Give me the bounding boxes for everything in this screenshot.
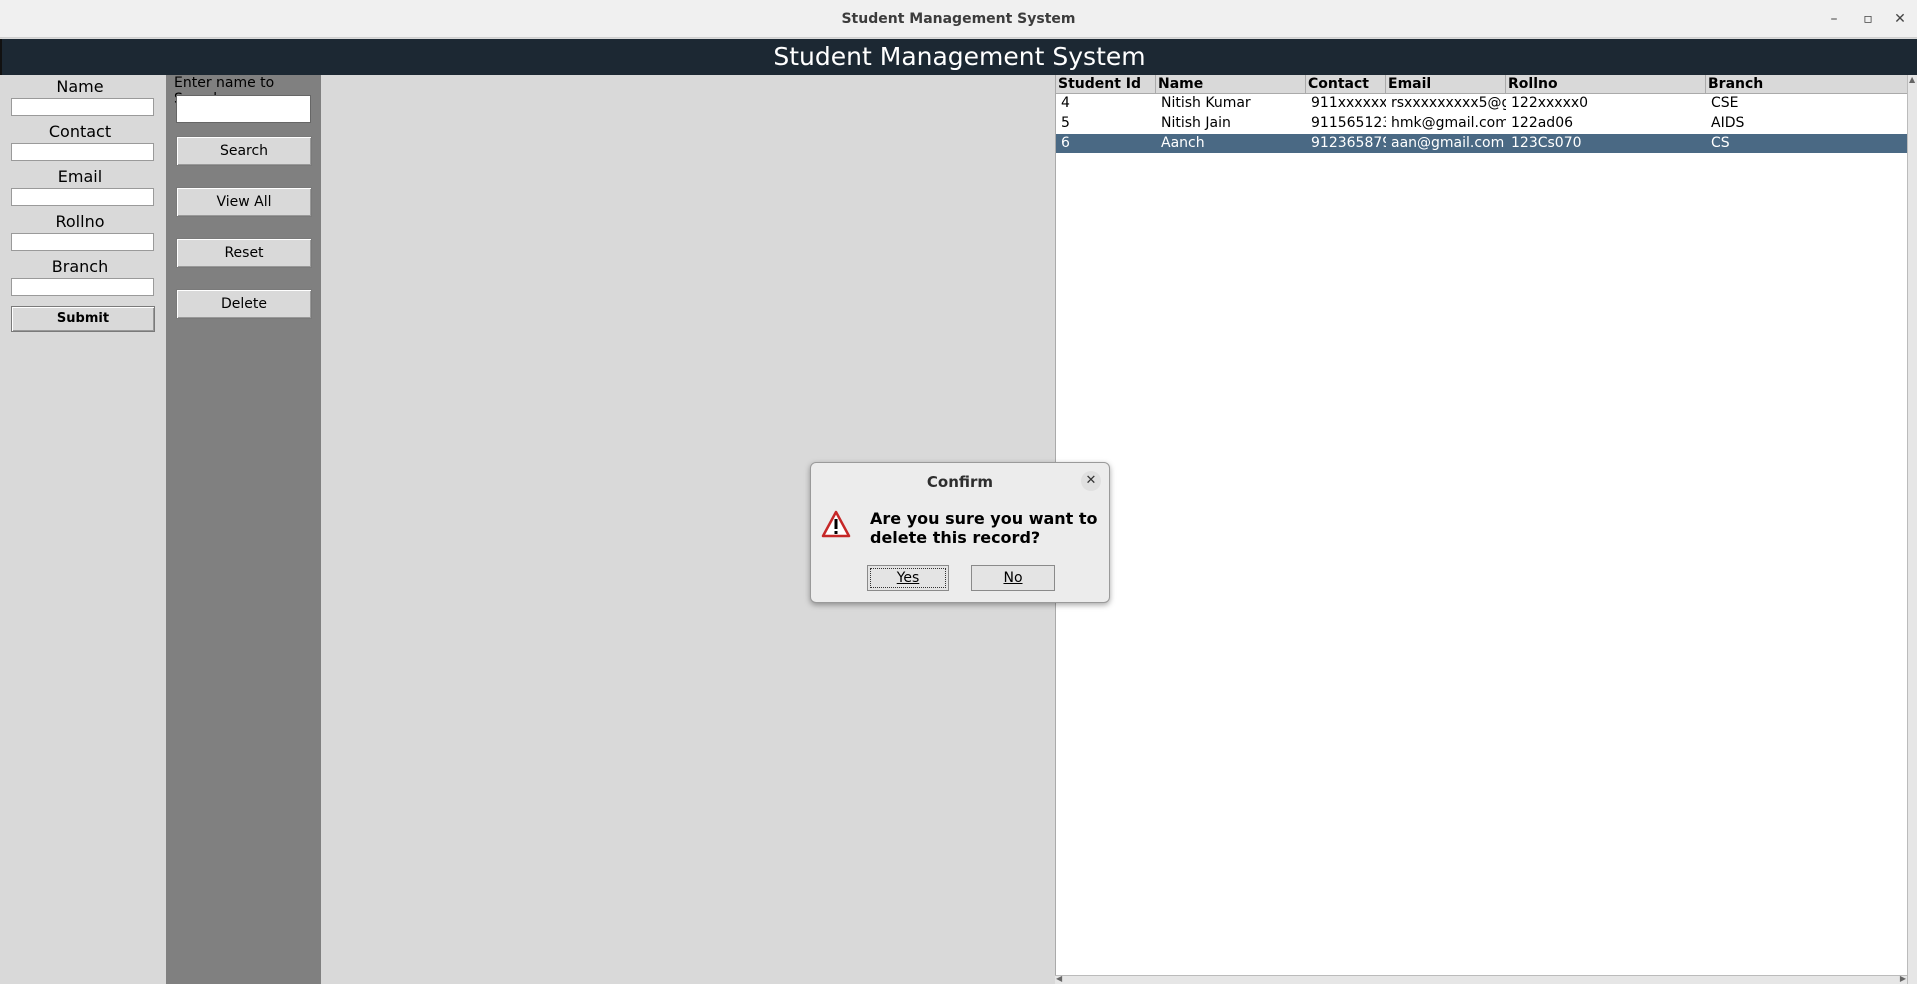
column-header-student-id[interactable]: Student Id bbox=[1056, 75, 1156, 93]
cell-name: Nitish Jain bbox=[1161, 115, 1231, 131]
search-button[interactable]: Search bbox=[176, 136, 312, 166]
email-label: Email bbox=[57, 167, 103, 186]
column-header-branch[interactable]: Branch bbox=[1706, 75, 1908, 93]
close-icon[interactable]: ✕ bbox=[1081, 471, 1101, 491]
cell-email: hmk@gmail.com bbox=[1391, 115, 1506, 131]
search-panel: Enter name to Search Search View All Res… bbox=[166, 75, 321, 984]
cell-contact: 912365879 bbox=[1311, 135, 1386, 151]
table-row[interactable]: 4 Nitish Kumar 911xxxxxx rsxxxxxxxxx5@g … bbox=[1056, 94, 1908, 113]
dialog-title: Confirm bbox=[926, 473, 994, 491]
search-input[interactable] bbox=[176, 95, 311, 123]
dialog-message-line2: delete this record? bbox=[870, 528, 1041, 547]
horizontal-scrollbar[interactable]: ◀ ▶ bbox=[1055, 974, 1907, 984]
close-button[interactable]: ✕ bbox=[1889, 9, 1911, 29]
cell-rollno: 122xxxxx0 bbox=[1511, 95, 1589, 111]
scroll-left-icon[interactable]: ◀ bbox=[1056, 974, 1062, 983]
column-header-email[interactable]: Email bbox=[1386, 75, 1506, 93]
table-header: Student Id Name Contact Email Rollno Bra… bbox=[1056, 75, 1908, 94]
cell-branch: AIDS bbox=[1711, 115, 1745, 131]
dialog-message-line1: Are you sure you want to bbox=[870, 509, 1098, 528]
window-title: Student Management System bbox=[841, 11, 1076, 27]
app-header: Student Management System bbox=[0, 39, 1917, 75]
name-field[interactable] bbox=[11, 98, 154, 116]
contact-label: Contact bbox=[48, 122, 112, 141]
scroll-up-icon[interactable]: ▲ bbox=[1909, 75, 1915, 84]
yes-button[interactable]: Yes bbox=[867, 565, 949, 591]
no-button[interactable]: No bbox=[971, 565, 1055, 591]
cell-name: Aanch bbox=[1161, 135, 1205, 151]
cell-branch: CSE bbox=[1711, 95, 1739, 111]
scroll-right-icon[interactable]: ▶ bbox=[1900, 974, 1906, 983]
reset-button[interactable]: Reset bbox=[176, 238, 312, 268]
window-titlebar: Student Management System – ▫ ✕ bbox=[0, 0, 1917, 38]
dialog-message: Are you sure you want to delete this rec… bbox=[870, 509, 1105, 547]
cell-email: rsxxxxxxxxx5@g bbox=[1391, 95, 1506, 111]
table-row-selected[interactable]: 6 Aanch 912365879 aan@gmail.com 123Cs070… bbox=[1056, 134, 1908, 153]
branch-label: Branch bbox=[51, 257, 109, 276]
cell-contact: 911xxxxxx bbox=[1311, 95, 1386, 111]
table-row[interactable]: 5 Nitish Jain 911565123 hmk@gmail.com 12… bbox=[1056, 114, 1908, 133]
view-all-button[interactable]: View All bbox=[176, 187, 312, 217]
delete-button[interactable]: Delete bbox=[176, 289, 312, 319]
minimize-button[interactable]: – bbox=[1823, 9, 1845, 29]
cell-student-id: 5 bbox=[1061, 115, 1070, 131]
column-header-rollno[interactable]: Rollno bbox=[1506, 75, 1706, 93]
cell-branch: CS bbox=[1711, 135, 1730, 151]
rollno-label: Rollno bbox=[55, 212, 105, 231]
student-table[interactable]: Student Id Name Contact Email Rollno Bra… bbox=[1055, 75, 1908, 975]
warning-icon bbox=[821, 510, 851, 538]
column-header-name[interactable]: Name bbox=[1156, 75, 1306, 93]
cell-rollno: 122ad06 bbox=[1511, 115, 1574, 131]
branch-field[interactable] bbox=[11, 278, 154, 296]
cell-name: Nitish Kumar bbox=[1161, 95, 1251, 111]
confirm-dialog: Confirm ✕ Are you sure you want to delet… bbox=[810, 462, 1110, 603]
vertical-scrollbar[interactable]: ▲ bbox=[1907, 75, 1917, 984]
cell-student-id: 4 bbox=[1061, 95, 1070, 111]
student-form-panel: Name Contact Email Rollno Branch Submit bbox=[0, 75, 166, 984]
rollno-field[interactable] bbox=[11, 233, 154, 251]
contact-field[interactable] bbox=[11, 143, 154, 161]
column-header-contact[interactable]: Contact bbox=[1306, 75, 1386, 93]
email-field[interactable] bbox=[11, 188, 154, 206]
name-label: Name bbox=[56, 77, 104, 96]
cell-student-id: 6 bbox=[1061, 135, 1070, 151]
cell-email: aan@gmail.com bbox=[1391, 135, 1505, 151]
cell-rollno: 123Cs070 bbox=[1511, 135, 1582, 151]
cell-contact: 911565123 bbox=[1311, 115, 1386, 131]
maximize-button[interactable]: ▫ bbox=[1857, 9, 1879, 29]
submit-button[interactable]: Submit bbox=[11, 306, 155, 332]
